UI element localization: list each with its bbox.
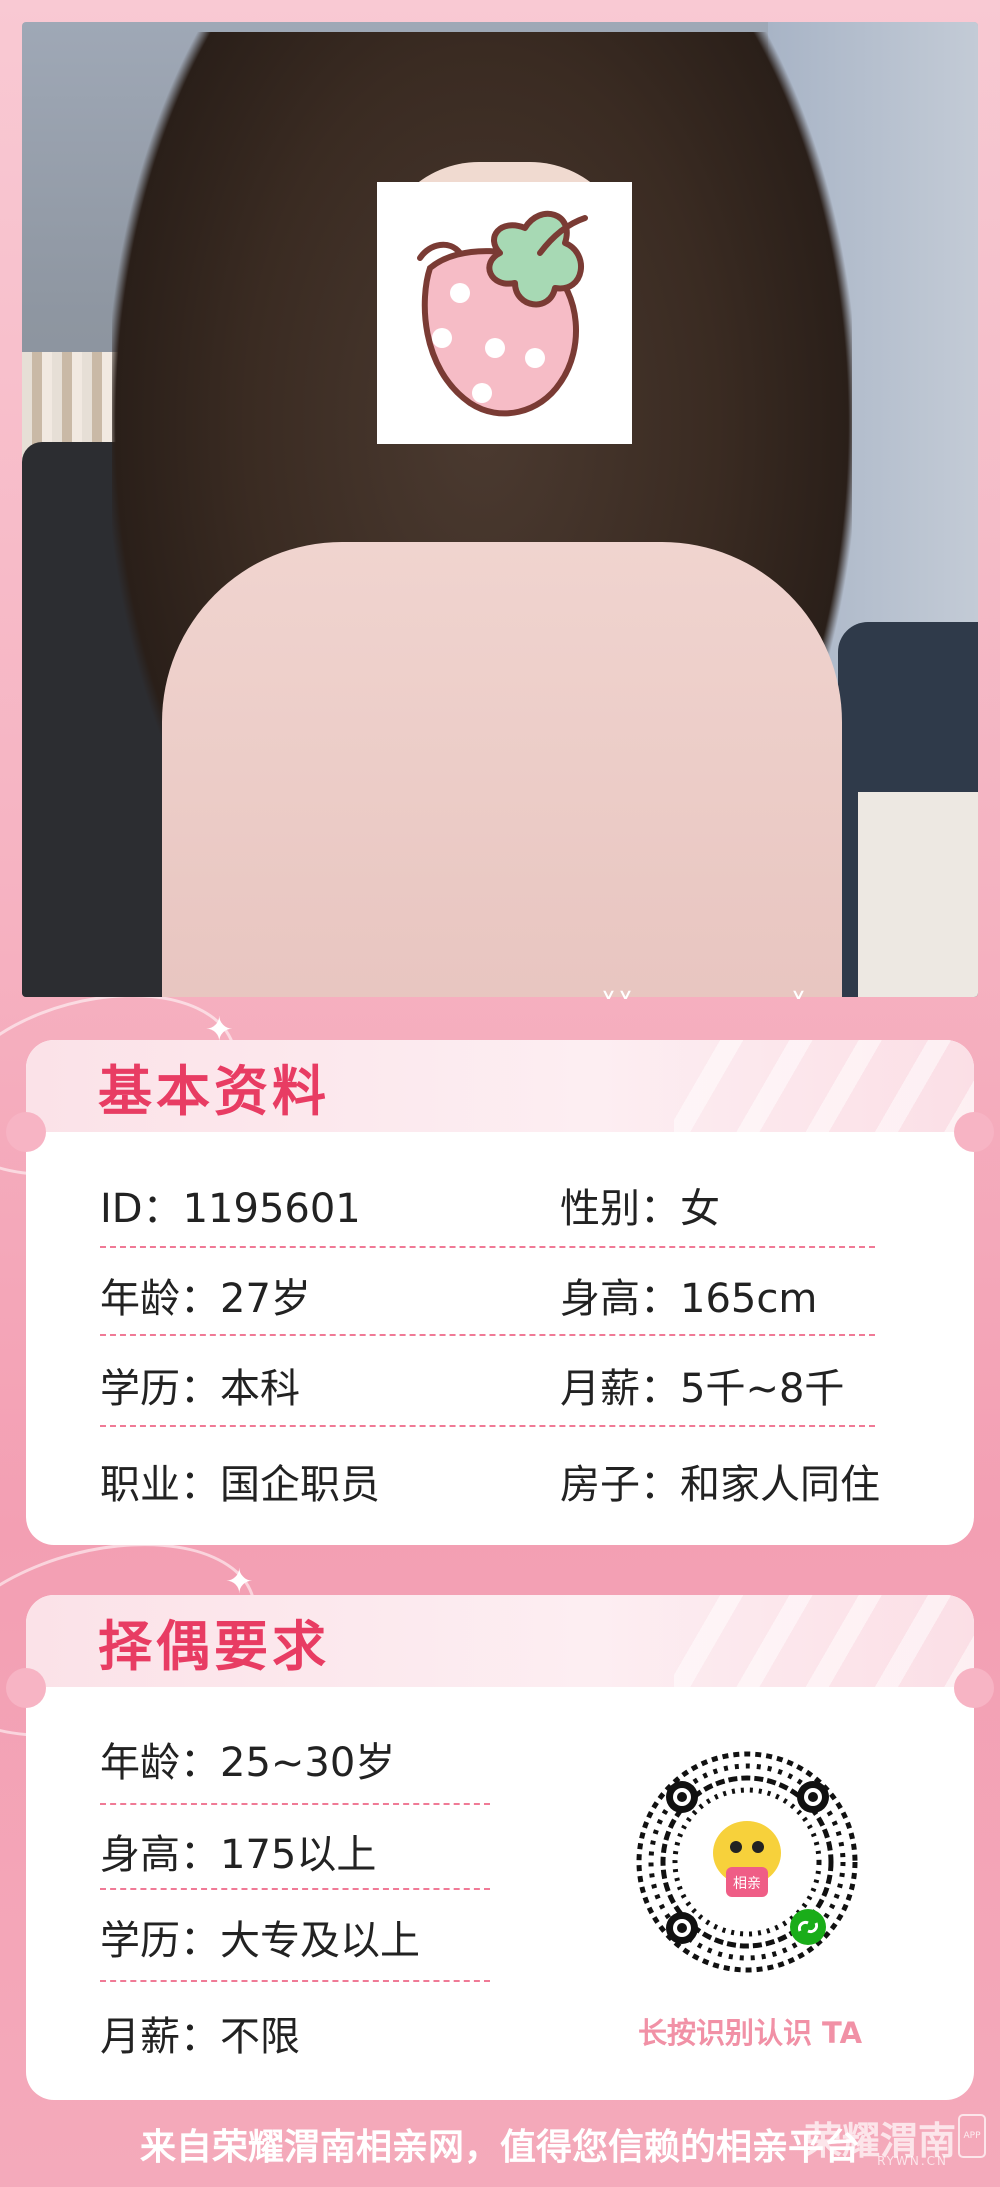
- divider: [100, 1246, 875, 1248]
- info-education: 学历：本科: [100, 1366, 300, 1412]
- info-housing: 房子：和家人同住: [560, 1462, 880, 1508]
- info-salary: 月薪：5千~8千: [560, 1366, 845, 1412]
- divider: [100, 1980, 490, 1982]
- requirement-education: 学历：大专及以上: [100, 1918, 420, 1964]
- card-notch: [6, 1668, 46, 1708]
- watermark-url: RYWN.CN: [877, 2154, 948, 2168]
- basic-info-title: 基本资料: [98, 1059, 330, 1123]
- divider: [100, 1888, 490, 1890]
- requirement-height: 身高：175以上: [100, 1832, 377, 1878]
- sparkle-icon: ˅: [790, 987, 807, 1027]
- star-icon: ✦: [205, 1010, 234, 1050]
- info-age: 年龄：27岁: [100, 1276, 311, 1322]
- requirement-salary: 月薪：不限: [100, 2014, 300, 2060]
- star-icon: ✦: [225, 1562, 254, 1602]
- divider: [100, 1334, 875, 1336]
- requirements-header: 择偶要求: [26, 1595, 974, 1687]
- qr-badge-label: 相亲: [733, 1876, 761, 1892]
- qr-caption: 长按识别认识 TA: [637, 2016, 863, 2050]
- sparkle-icon: ˅˅: [600, 987, 634, 1027]
- requirements-title: 择偶要求: [98, 1614, 330, 1678]
- basic-info-header: 基本资料: [26, 1040, 974, 1132]
- requirement-age: 年龄：25~30岁: [100, 1740, 396, 1786]
- info-occupation: 职业：国企职员: [100, 1462, 380, 1508]
- info-height: 身高：165cm: [560, 1276, 818, 1322]
- divider: [100, 1425, 875, 1427]
- card-notch: [954, 1668, 994, 1708]
- card-notch: [6, 1112, 46, 1152]
- card-notch: [954, 1112, 994, 1152]
- app-badge-icon: APP: [958, 2114, 986, 2158]
- qr-code[interactable]: 相亲: [630, 1745, 865, 1980]
- strawberry-icon: [377, 182, 632, 444]
- profile-photo: [22, 22, 978, 997]
- info-id: ID：1195601: [100, 1186, 361, 1232]
- divider: [100, 1803, 490, 1805]
- info-gender: 性别：女: [560, 1186, 720, 1232]
